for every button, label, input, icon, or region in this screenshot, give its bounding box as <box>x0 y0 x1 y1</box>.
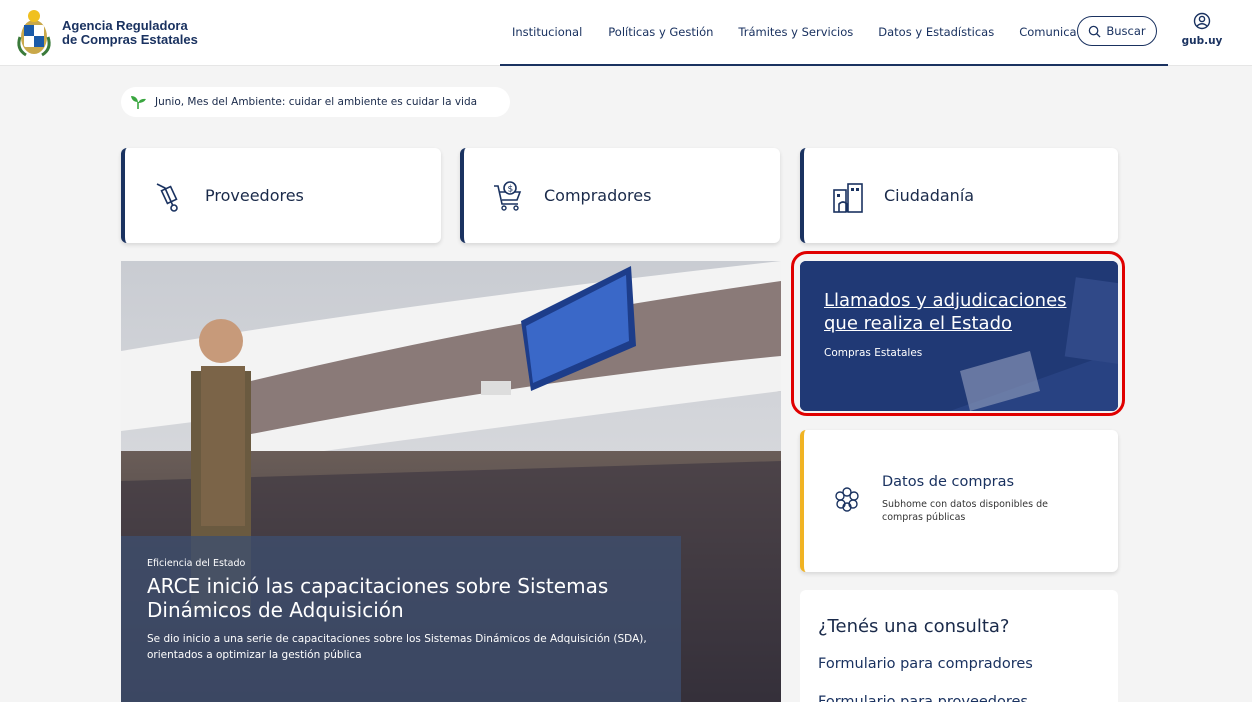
nav-tramites-servicios[interactable]: Trámites y Servicios <box>738 25 853 39</box>
nav-datos-estadisticas[interactable]: Datos y Estadísticas <box>878 25 994 39</box>
hero-category: Eficiencia del Estado <box>147 558 246 569</box>
consulta-title: ¿Tenés una consulta? <box>818 616 1010 637</box>
gubuy-label: gub.uy <box>1181 35 1223 47</box>
link-formulario-proveedores[interactable]: Formulario para proveedores <box>818 694 1028 702</box>
card-ciudadania[interactable]: Ciudadanía <box>800 148 1118 243</box>
agency-name-line2: de Compras Estatales <box>62 32 198 47</box>
nav-institucional[interactable]: Institucional <box>512 25 582 39</box>
hero-caption: Eficiencia del Estado ARCE inició las ca… <box>121 536 681 702</box>
agency-name[interactable]: Agencia Reguladora de Compras Estatales <box>62 19 198 47</box>
datos-title[interactable]: Datos de compras <box>882 474 1014 490</box>
gubuy-login[interactable]: gub.uy <box>1180 12 1224 47</box>
hero-description: Se dio inicio a una serie de capacitacio… <box>147 633 647 661</box>
nav-politicas-gestion[interactable]: Políticas y Gestión <box>608 25 713 39</box>
card-label: Ciudadanía <box>884 186 975 205</box>
datos-description: Subhome con datos disponibles de compras… <box>882 499 1048 523</box>
card-label: Compradores <box>544 186 652 205</box>
search-button[interactable]: Buscar <box>1077 16 1157 46</box>
feature-title-line1: Llamados y adjudicaciones <box>824 290 1067 311</box>
feature-title[interactable]: Llamados y adjudicaciones que realiza el… <box>824 289 1067 335</box>
feature-background-image <box>800 261 1118 411</box>
buildings-icon <box>833 182 863 213</box>
card-proveedores[interactable]: Proveedores <box>121 148 441 243</box>
flower-network-icon <box>835 487 859 512</box>
search-icon <box>1089 25 1101 38</box>
agency-name-line1: Agencia Reguladora <box>62 18 188 33</box>
user-circle-icon <box>1193 12 1211 30</box>
sprout-icon <box>131 96 146 109</box>
banner-text: Junio, Mes del Ambiente: cuidar el ambie… <box>155 96 478 108</box>
llamados-adjudicaciones-card[interactable]: Llamados y adjudicaciones que realiza el… <box>800 261 1118 411</box>
consulta-card: ¿Tenés una consulta? Formulario para com… <box>800 590 1118 702</box>
hero-title[interactable]: ARCE inició las capacitaciones sobre Sis… <box>147 574 655 622</box>
feature-title-line2: que realiza el Estado <box>824 313 1013 334</box>
site-header: Agencia Reguladora de Compras Estatales … <box>0 0 1252 66</box>
uruguay-seal-logo[interactable] <box>14 7 54 59</box>
link-formulario-compradores[interactable]: Formulario para compradores <box>818 656 1033 672</box>
search-label: Buscar <box>1106 24 1146 38</box>
hero-news[interactable]: Eficiencia del Estado ARCE inició las ca… <box>121 261 781 702</box>
card-compradores[interactable]: $ Compradores <box>460 148 780 243</box>
main-nav: Institucional Políticas y Gestión Trámit… <box>500 0 1168 66</box>
environment-banner[interactable]: Junio, Mes del Ambiente: cuidar el ambie… <box>121 87 510 117</box>
datos-compras-card[interactable]: Datos de compras Subhome con datos dispo… <box>800 430 1118 572</box>
svg-text:$: $ <box>508 184 514 194</box>
feature-subtitle: Compras Estatales <box>824 347 923 359</box>
card-label: Proveedores <box>205 186 304 205</box>
shopping-cart-icon: $ <box>494 180 522 211</box>
hand-truck-icon <box>156 182 178 212</box>
